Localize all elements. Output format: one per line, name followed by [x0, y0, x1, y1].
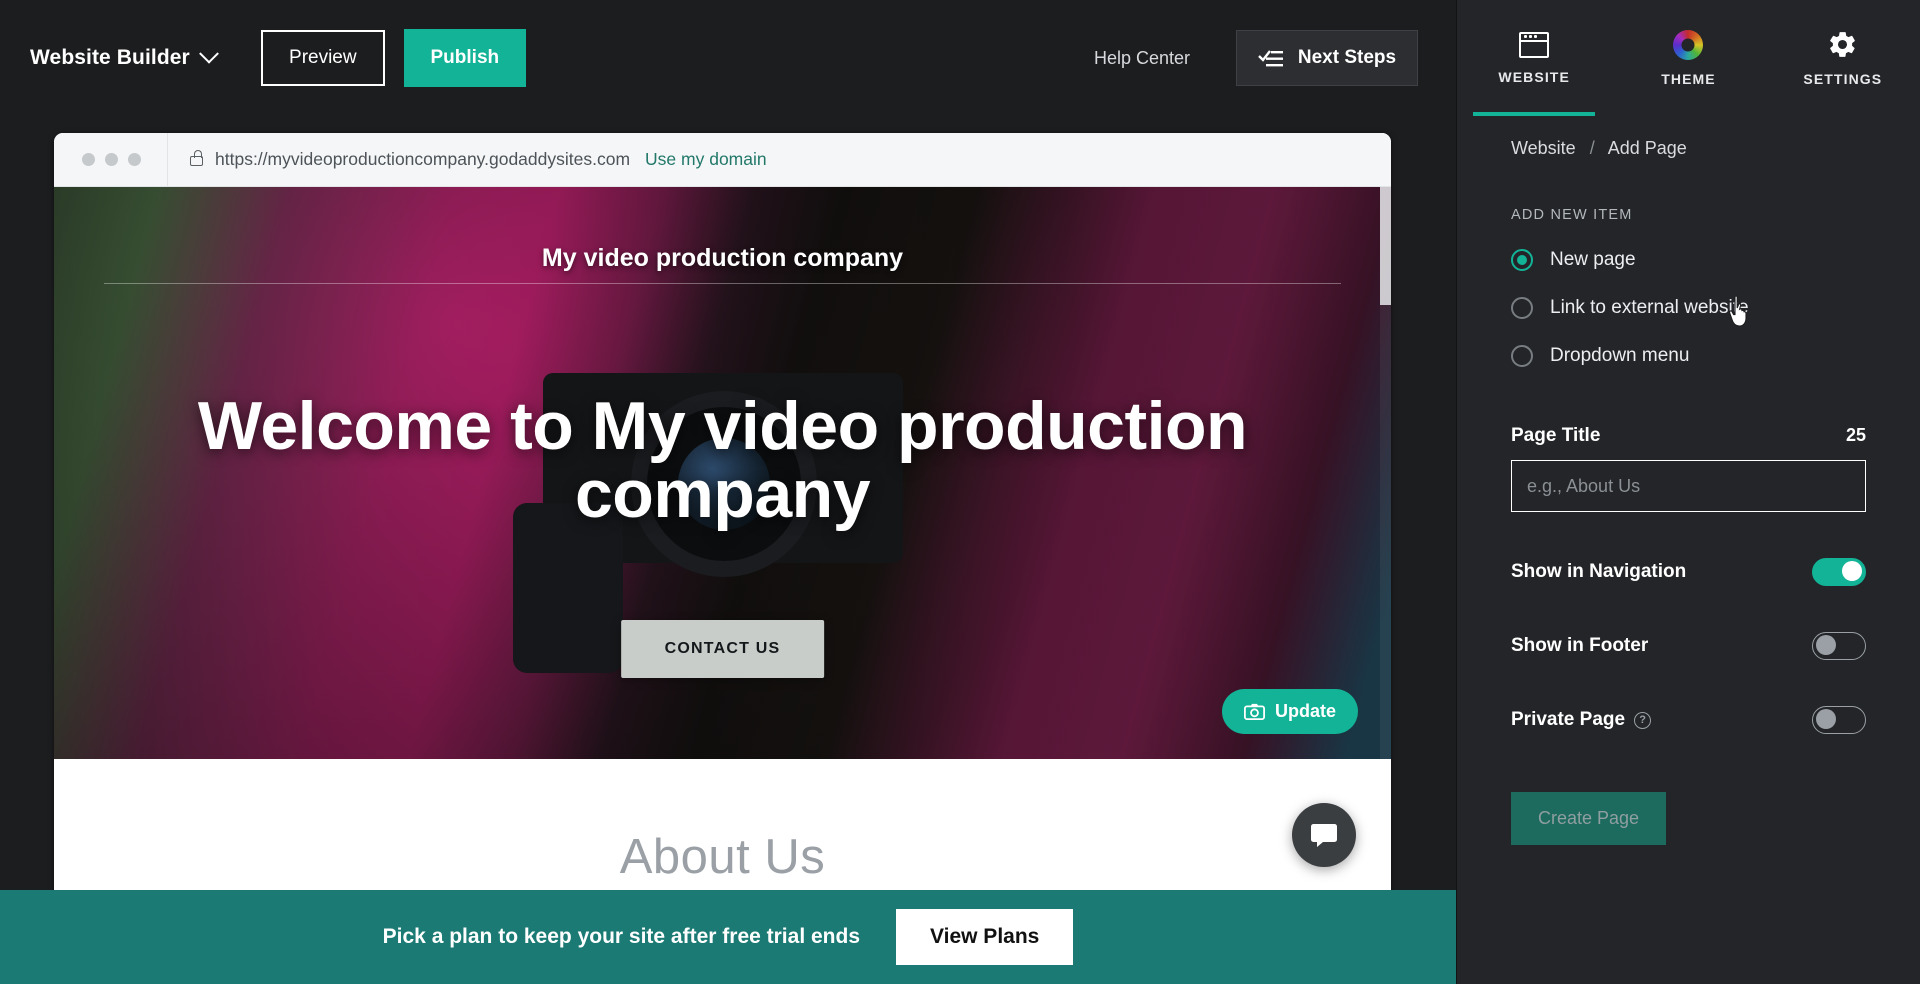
trial-banner-message: Pick a plan to keep your site after free… [382, 925, 860, 948]
breadcrumb-current: Add Page [1607, 138, 1687, 158]
radio-dropdown-menu-indicator[interactable] [1511, 345, 1533, 367]
hero-section[interactable]: My video production company Welcome to M… [54, 187, 1391, 759]
question-mark-icon[interactable]: ? [1634, 711, 1652, 729]
about-section[interactable]: About Us [54, 759, 1391, 890]
update-image-button[interactable]: Update [1221, 689, 1358, 734]
window-dots [82, 153, 141, 166]
browser-window-icon [1519, 31, 1550, 58]
website-builder-app: Website Builder Preview Publish Help Cen… [0, 0, 1920, 984]
preview-url-bar: https://myvideoproductioncompany.godaddy… [54, 133, 1391, 187]
color-wheel-icon [1673, 29, 1704, 60]
site-preview-frame: https://myvideoproductioncompany.godaddy… [54, 133, 1391, 890]
tab-settings[interactable]: SETTINGS [1766, 0, 1920, 116]
view-plans-button[interactable]: View Plans [896, 909, 1074, 965]
radio-link-external[interactable]: Link to external website [1511, 297, 1866, 319]
create-page-button[interactable]: Create Page [1511, 792, 1667, 845]
tab-website[interactable]: WEBSITE [1457, 0, 1611, 116]
breadcrumb: Website / Add Page [1457, 116, 1920, 159]
window-dot [82, 153, 95, 166]
show-in-navigation-label: Show in Navigation [1511, 561, 1687, 582]
private-page-label-group: Private Page ? [1511, 709, 1652, 731]
checklist-icon [1258, 50, 1283, 67]
private-page-toggle[interactable] [1812, 706, 1866, 734]
contact-us-button[interactable]: CONTACT US [620, 620, 825, 678]
breadcrumb-website[interactable]: Website [1511, 138, 1576, 158]
window-dot [128, 153, 141, 166]
private-page-row: Private Page ? [1511, 706, 1866, 734]
tab-website-label: WEBSITE [1498, 68, 1570, 85]
next-steps-label: Next Steps [1297, 47, 1397, 68]
radio-new-page-label: New page [1550, 249, 1636, 270]
right-side-panel: WEBSITE THEME SETTINGS Website / Add Pag… [1456, 0, 1920, 984]
camera-icon [1243, 703, 1265, 720]
page-title-char-count: 25 [1845, 425, 1866, 445]
gear-icon [1830, 32, 1856, 57]
panel-tabs: WEBSITE THEME SETTINGS [1457, 0, 1920, 116]
show-in-footer-row: Show in Footer [1511, 632, 1866, 660]
mouse-cursor-pointer-icon [1729, 295, 1747, 327]
page-title-header: Page Title 25 [1511, 425, 1866, 447]
chat-bubble-icon[interactable] [1292, 803, 1356, 867]
brand-menu[interactable]: Website Builder [30, 43, 219, 70]
radio-link-external-label: Link to external website [1550, 297, 1749, 318]
preview-scrollbar-thumb[interactable] [1380, 187, 1391, 305]
toolbar-right-group: Help Center Next Steps [1094, 30, 1456, 86]
hero-divider [104, 283, 1341, 284]
window-dot [105, 153, 118, 166]
show-in-navigation-toggle[interactable] [1812, 558, 1866, 586]
add-page-form: ADD NEW ITEM New page Link to external w… [1457, 207, 1920, 845]
breadcrumb-separator: / [1589, 138, 1595, 158]
radio-new-page[interactable]: New page [1511, 249, 1866, 271]
help-center-link[interactable]: Help Center [1094, 48, 1190, 69]
chevron-down-icon [198, 43, 219, 64]
site-url: https://myvideoproductioncompany.godaddy… [215, 149, 631, 169]
preview-button[interactable]: Preview [260, 30, 385, 86]
add-new-item-label: ADD NEW ITEM [1511, 207, 1633, 223]
about-heading: About Us [619, 830, 826, 884]
lock-icon [190, 150, 203, 166]
next-steps-button[interactable]: Next Steps [1236, 30, 1418, 86]
radio-link-external-indicator[interactable] [1511, 297, 1533, 319]
tab-settings-label: SETTINGS [1803, 71, 1883, 87]
page-title-label: Page Title [1511, 425, 1601, 446]
page-title-input[interactable] [1511, 460, 1866, 512]
publish-button[interactable]: Publish [403, 29, 526, 87]
private-page-label: Private Page [1511, 709, 1626, 730]
show-in-footer-toggle[interactable] [1812, 632, 1866, 660]
use-my-domain-link[interactable]: Use my domain [645, 149, 767, 170]
tab-theme-label: THEME [1661, 70, 1716, 87]
brand-label: Website Builder [30, 46, 190, 69]
radio-dropdown-menu[interactable]: Dropdown menu [1511, 345, 1866, 367]
show-in-footer-label: Show in Footer [1511, 635, 1649, 656]
tab-theme[interactable]: THEME [1611, 0, 1765, 116]
chat-glyph-icon [1311, 824, 1337, 847]
site-title: My video production company [541, 244, 904, 272]
trial-banner: Pick a plan to keep your site after free… [0, 890, 1456, 984]
site-content: My video production company Welcome to M… [54, 187, 1391, 890]
radio-new-page-indicator[interactable] [1511, 249, 1533, 271]
editor-canvas: https://myvideoproductioncompany.godaddy… [0, 116, 1456, 890]
update-label: Update [1274, 701, 1336, 721]
radio-dropdown-menu-label: Dropdown menu [1550, 345, 1690, 366]
show-in-navigation-row: Show in Navigation [1511, 558, 1866, 586]
url-divider [167, 133, 168, 187]
top-toolbar: Website Builder Preview Publish Help Cen… [0, 0, 1456, 116]
hero-headline: Welcome to My video production company [197, 388, 1248, 532]
